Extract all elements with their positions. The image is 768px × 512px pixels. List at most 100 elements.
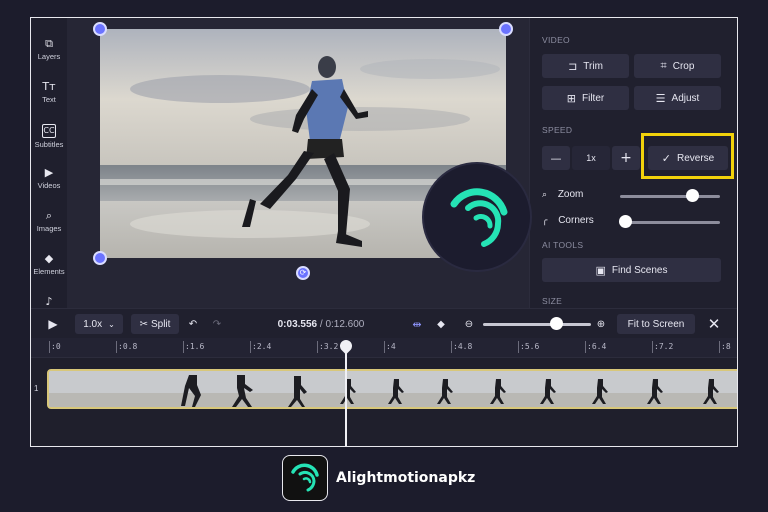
sidebar-item-label: Videos xyxy=(37,181,61,190)
undo-icon[interactable]: ↶ xyxy=(185,314,201,334)
ruler-tick: :0.8 xyxy=(115,341,138,353)
redo-icon[interactable]: ↷ xyxy=(209,314,225,334)
sidebar-item-videos[interactable]: ▶ Videos xyxy=(31,166,67,191)
corner-icon: ╭ xyxy=(542,216,548,226)
brand-footer: Alightmotionapkz xyxy=(282,455,475,501)
sidebar-item-label: Images xyxy=(36,224,62,233)
sidebar-item-label: Elements xyxy=(33,267,65,276)
text-icon: Tт xyxy=(42,80,56,93)
video-track: 1 xyxy=(31,358,737,446)
filter-icon: ⊞ xyxy=(566,91,576,105)
filter-button[interactable]: ⊞ Filter xyxy=(542,86,629,110)
videos-icon: ▶ xyxy=(44,166,54,179)
crop-icon: ⌗ xyxy=(660,59,667,72)
resize-handle-top-left[interactable] xyxy=(93,22,107,36)
trim-button[interactable]: ⊐ Trim xyxy=(542,54,629,78)
trim-label: Trim xyxy=(583,60,603,72)
corners-label: Corners xyxy=(558,215,594,226)
brand-logo-icon xyxy=(282,455,328,501)
crop-label: Crop xyxy=(672,60,695,72)
resize-handle-top-right[interactable] xyxy=(499,22,513,36)
speed-section-title: SPEED xyxy=(542,125,573,135)
adjust-icon: ☰ xyxy=(655,91,666,105)
elements-icon: ◆ xyxy=(44,252,54,265)
sidebar-item-label: Layers xyxy=(37,52,61,61)
speed-value[interactable]: 1x xyxy=(572,146,610,170)
zoom-out-icon[interactable]: ⊖ xyxy=(461,314,477,334)
zoom-row: ⌕ Zoom xyxy=(542,189,583,200)
adjust-label: Adjust xyxy=(671,92,700,104)
adjust-button[interactable]: ☰ Adjust xyxy=(634,86,721,110)
music-note-icon: ♪ xyxy=(45,295,53,308)
sidebar-item-subtitles[interactable]: CC Subtitles xyxy=(31,124,67,149)
reverse-button[interactable]: ✓ Reverse xyxy=(648,146,728,170)
speed-increase-button[interactable]: + xyxy=(612,146,640,170)
video-clip[interactable] xyxy=(47,369,737,409)
zoom-slider[interactable] xyxy=(620,195,720,198)
reverse-label: Reverse xyxy=(676,152,715,164)
ruler-tick: :0 xyxy=(49,341,61,353)
trim-icon: ⊐ xyxy=(568,59,578,73)
clip-thumbnails xyxy=(49,371,737,407)
corners-slider-knob[interactable] xyxy=(619,215,632,228)
close-icon[interactable]: ✕ xyxy=(705,314,723,334)
editor-window: ⧉ Layers Tт Text CC Subtitles ▶ Videos ⌕… xyxy=(30,17,738,447)
resize-handle-bottom-left[interactable] xyxy=(93,251,107,265)
current-time: 0:03.556 xyxy=(277,318,318,330)
playback-speed-select[interactable]: 1.0x ⌄ xyxy=(75,314,123,334)
checkmark-icon: ✓ xyxy=(661,151,671,165)
subtitles-icon: CC xyxy=(42,124,56,138)
speed-select-value: 1.0x xyxy=(83,318,103,330)
ruler-tick: :5.6 xyxy=(517,341,540,353)
corners-slider[interactable] xyxy=(620,221,720,224)
zoom-label: Zoom xyxy=(557,189,584,200)
sidebar-item-layers[interactable]: ⧉ Layers xyxy=(31,37,67,62)
play-icon[interactable]: ▶ xyxy=(43,314,63,334)
timeline-zoom-knob[interactable] xyxy=(550,317,564,330)
find-scenes-button[interactable]: ▣ Find Scenes xyxy=(542,258,721,282)
corners-row: ╭ Corners xyxy=(542,215,594,226)
ruler-tick: :1.6 xyxy=(182,341,205,353)
split-button[interactable]: ✂ Split xyxy=(131,314,179,334)
split-label: Split xyxy=(150,318,171,330)
left-sidebar: ⧉ Layers Tт Text CC Subtitles ▶ Videos ⌕… xyxy=(31,18,67,308)
alight-motion-logo-icon xyxy=(424,164,530,270)
brand-name: Alightmotionapkz xyxy=(336,470,476,486)
sidebar-item-text[interactable]: Tт Text xyxy=(31,80,67,105)
time-separator: / xyxy=(317,318,326,330)
ruler-tick: :4 xyxy=(384,341,396,353)
track-number: 1 xyxy=(34,384,39,393)
sidebar-item-elements[interactable]: ◆ Elements xyxy=(31,252,67,277)
scenes-icon: ▣ xyxy=(595,263,606,277)
timeline-zoom-slider[interactable] xyxy=(483,323,591,326)
minus-icon: — xyxy=(550,151,562,165)
ruler-tick: :4.8 xyxy=(450,341,473,353)
size-section-title: SIZE xyxy=(542,296,563,306)
ruler-tick: :7.2 xyxy=(651,341,674,353)
speed-decrease-button[interactable]: — xyxy=(542,146,570,170)
snap-icon[interactable]: ⇹ xyxy=(405,314,429,334)
fit-to-screen-button[interactable]: Fit to Screen xyxy=(617,314,695,334)
speed-value-text: 1x xyxy=(586,153,596,163)
timeline-ruler[interactable]: :0 :0.8 :1.6 :2.4 :3.2 :4 :4.8 :5.6 :6.4… xyxy=(31,338,737,358)
zoom-search-icon: ⌕ xyxy=(542,190,548,200)
sidebar-item-images[interactable]: ⌕ Images xyxy=(31,209,67,234)
zoom-in-icon[interactable]: ⊕ xyxy=(593,314,609,334)
sidebar-item-label: Subtitles xyxy=(34,140,64,149)
playhead[interactable] xyxy=(345,350,347,446)
rotate-handle-icon[interactable]: ⟳ xyxy=(296,266,310,280)
fit-label: Fit to Screen xyxy=(627,318,685,330)
scissors-icon: ✂ xyxy=(139,318,148,330)
ai-tools-section-title: AI TOOLS xyxy=(542,240,584,250)
ruler-tick: :8 xyxy=(719,341,731,353)
split-marker-icon[interactable]: ◆ xyxy=(431,314,451,334)
video-section-title: VIDEO xyxy=(542,35,570,45)
find-scenes-label: Find Scenes xyxy=(611,264,668,276)
chevron-down-icon: ⌄ xyxy=(108,319,115,329)
crop-button[interactable]: ⌗ Crop xyxy=(634,54,721,78)
zoom-slider-knob[interactable] xyxy=(686,189,699,202)
images-icon: ⌕ xyxy=(45,209,53,222)
time-display: 0:03.556 / 0:12.600 xyxy=(271,314,371,334)
layers-icon: ⧉ xyxy=(45,37,53,50)
ruler-tick: :2.4 xyxy=(249,341,272,353)
